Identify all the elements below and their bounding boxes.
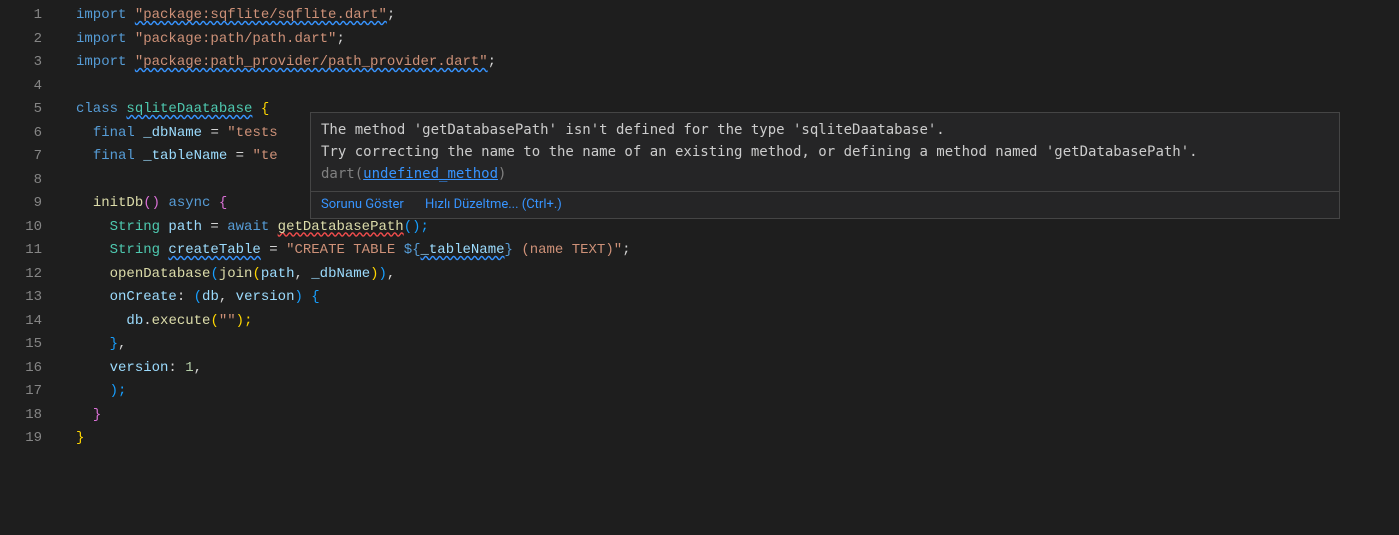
line-number: 9 xyxy=(0,192,42,216)
diagnostic-message: The method 'getDatabasePath' isn't defin… xyxy=(311,113,1339,191)
line-number: 10 xyxy=(0,216,42,240)
line-number: 19 xyxy=(0,427,42,451)
code-line[interactable] xyxy=(76,75,1399,99)
code-line[interactable]: import "package:sqflite/sqflite.dart"; xyxy=(76,4,1399,28)
code-editor: 1 2 3 4 5 6 7 8 9 10 11 12 13 14 15 16 1… xyxy=(0,0,1399,535)
code-line[interactable]: version: 1, xyxy=(76,357,1399,381)
line-number: 6 xyxy=(0,122,42,146)
code-line[interactable]: ); xyxy=(76,380,1399,404)
code-line[interactable]: import "package:path/path.dart"; xyxy=(76,28,1399,52)
code-content[interactable]: import "package:sqflite/sqflite.dart"; i… xyxy=(60,0,1399,535)
code-line[interactable]: openDatabase(join(path, _dbName)), xyxy=(76,263,1399,287)
line-number: 8 xyxy=(0,169,42,193)
code-line[interactable]: String createTable = "CREATE TABLE ${_ta… xyxy=(76,239,1399,263)
line-number: 7 xyxy=(0,145,42,169)
quick-fix-link[interactable]: Hızlı Düzeltme... (Ctrl+.) xyxy=(425,197,562,212)
line-number: 15 xyxy=(0,333,42,357)
line-number: 4 xyxy=(0,75,42,99)
diagnostic-code-link[interactable]: undefined_method xyxy=(363,166,498,182)
line-number: 1 xyxy=(0,4,42,28)
show-problem-link[interactable]: Sorunu Göster xyxy=(321,197,404,212)
line-number: 3 xyxy=(0,51,42,75)
code-line[interactable]: }, xyxy=(76,333,1399,357)
code-line[interactable]: } xyxy=(76,427,1399,451)
line-number: 16 xyxy=(0,357,42,381)
line-number: 5 xyxy=(0,98,42,122)
line-number-gutter: 1 2 3 4 5 6 7 8 9 10 11 12 13 14 15 16 1… xyxy=(0,0,60,535)
line-number: 17 xyxy=(0,380,42,404)
line-number: 12 xyxy=(0,263,42,287)
line-number: 11 xyxy=(0,239,42,263)
line-number: 2 xyxy=(0,28,42,52)
diagnostic-actions: Sorunu Göster Hızlı Düzeltme... (Ctrl+.) xyxy=(311,191,1339,218)
code-line[interactable]: String path = await getDatabasePath(); xyxy=(76,216,1399,240)
line-number: 13 xyxy=(0,286,42,310)
line-number: 14 xyxy=(0,310,42,334)
code-line[interactable]: onCreate: (db, version) { xyxy=(76,286,1399,310)
code-line[interactable]: db.execute(""); xyxy=(76,310,1399,334)
line-number: 18 xyxy=(0,404,42,428)
diagnostic-hover-tooltip: The method 'getDatabasePath' isn't defin… xyxy=(310,112,1340,219)
code-line[interactable]: import "package:path_provider/path_provi… xyxy=(76,51,1399,75)
code-line[interactable]: } xyxy=(76,404,1399,428)
